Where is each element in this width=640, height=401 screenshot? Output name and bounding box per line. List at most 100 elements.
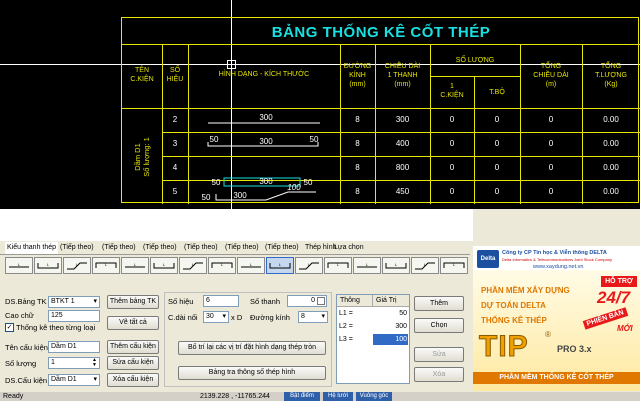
rebar-shape-icon[interactable]: L (295, 257, 323, 274)
sua-cau-kien-button[interactable]: Sửa cấu kiện (107, 356, 159, 370)
header-sl-ck: 1 C.KIỆN (440, 83, 464, 99)
ds-bang-tk-label: DS.Bảng TK (5, 297, 47, 306)
cell-cd: 300 (395, 115, 410, 124)
so-thanh-input[interactable]: 0 (287, 295, 327, 307)
grid-button[interactable]: Hệ lưới (323, 392, 353, 401)
svg-text:300: 300 (233, 191, 247, 200)
c-dai-noi-label: C.dài nối (168, 313, 198, 322)
svg-text:100: 100 (287, 183, 301, 192)
svg-text:L: L (250, 262, 253, 267)
member-name: Dầm D1 (133, 143, 142, 171)
panel-top-blank (0, 209, 473, 241)
rebar-shape-icon[interactable]: L (92, 257, 120, 274)
rebar-shape-icon[interactable]: L (237, 257, 265, 274)
member-qty: Số lượng: 1 (142, 137, 151, 177)
grid-value-l3[interactable]: 100 (373, 334, 408, 345)
rebar-shape-icon[interactable]: L (34, 257, 62, 274)
ds-cau-kien-select[interactable]: Dầm D1 ▾ (48, 374, 100, 386)
cell-no: 2 (172, 115, 178, 124)
header-tong-cd: TỔNG CHIỀU DÀI (m) (533, 63, 569, 88)
status-coords: 2139.228 , -11765.244 (200, 393, 270, 400)
rebar-shape-bent: 50 300 100 (202, 183, 316, 202)
ad-company: Công ty CP Tin học & Viễn thông DELTA (502, 250, 607, 256)
header-sl-tb: T.BỘ (489, 89, 505, 96)
grid-value-l1[interactable]: 50 (373, 308, 407, 319)
so-luong-label: Số lượng (5, 359, 37, 368)
c-dai-noi-select[interactable]: 30 ▾ (203, 311, 229, 323)
svg-text:L: L (134, 262, 137, 267)
them-button[interactable]: Thêm (414, 296, 464, 311)
rebar-shape-icon[interactable]: L (353, 257, 381, 274)
tab-2[interactable]: (Tiếp theo) (102, 242, 136, 254)
ad-hotro: HỖ TRỢ (601, 276, 637, 287)
grid-key-l2: L2 = (339, 323, 353, 330)
tab-5[interactable]: (Tiếp theo) (225, 242, 259, 254)
tab-4[interactable]: (Tiếp theo) (184, 242, 218, 254)
xoa-button[interactable]: Xóa (414, 367, 464, 382)
chevron-down-icon: ▾ (222, 313, 226, 320)
bo-tri-lai-button[interactable]: Bố trí lại các vị trí đặt hình dạng thép… (178, 341, 326, 355)
so-luong-input[interactable]: 1 ▲ ▼ (48, 357, 100, 369)
svg-text:50: 50 (310, 135, 319, 144)
delta-logo: Delta (477, 250, 499, 268)
cao-chu-input[interactable]: 125 (48, 310, 100, 322)
grid-header-thong: Thông (337, 295, 373, 307)
rebar-shape-icon[interactable]: L (208, 257, 236, 274)
svg-text:300: 300 (259, 137, 273, 146)
them-cau-kien-button[interactable]: Thêm cấu kiện (107, 340, 159, 354)
param-grid[interactable]: Thông Giá Trị L1 = 50 L2 = 300 L3 = 100 (336, 294, 410, 384)
rebar-shape-icon[interactable]: L (179, 257, 207, 274)
ad-bottom: PHẦN MỀM THỐNG KÊ CỐT THÉP (473, 372, 640, 384)
spinner-icon[interactable]: ▲ ▼ (92, 358, 97, 368)
rebar-shape-icon[interactable]: L (324, 257, 352, 274)
chevron-down-icon: ▾ (93, 298, 97, 305)
status-bar: Ready 2139.228 , -11765.244 (0, 392, 640, 401)
cell-dk: 8 (355, 187, 360, 196)
tab-6[interactable]: (Tiếp theo) (265, 242, 299, 254)
tab-7[interactable]: Thép hình (305, 242, 337, 254)
thong-ke-checkbox[interactable]: ✓ (5, 323, 14, 332)
grid-value-l2[interactable]: 300 (373, 321, 407, 332)
svg-text:L: L (47, 262, 50, 267)
ad-moi: MỚI (617, 324, 633, 333)
tab-1[interactable]: (Tiếp theo) (60, 242, 94, 254)
rebar-shape-icon[interactable]: L (63, 257, 91, 274)
ds-bang-tk-select[interactable]: BTKT 1 ▾ (48, 296, 100, 308)
cell-cd: 800 (395, 163, 410, 172)
ad-pro: PRO 3.x (557, 344, 592, 354)
svg-text:50: 50 (202, 193, 211, 202)
tab-3[interactable]: (Tiếp theo) (143, 242, 177, 254)
svg-text:L: L (395, 262, 398, 267)
svg-text:L: L (279, 262, 282, 267)
ortho-button[interactable]: Vuông góc (356, 392, 392, 401)
chevron-down-icon: ▾ (321, 313, 325, 320)
bang-tra-thep-hinh-button[interactable]: Bảng tra thông số thép hình (178, 366, 326, 380)
chon-button[interactable]: Chọn (414, 318, 464, 333)
sua-button[interactable]: Sửa (414, 347, 464, 362)
cell-tb: 0 (494, 115, 500, 124)
rebar-shape-icon[interactable]: L (121, 257, 149, 274)
svg-text:L: L (366, 262, 369, 267)
rebar-shape-icon[interactable]: L (150, 257, 178, 274)
tab-0[interactable]: Kiểu thanh thép (5, 242, 59, 254)
rebar-shape-icon[interactable]: L (382, 257, 410, 274)
so-hieu-input[interactable]: 6 (203, 295, 239, 307)
ve-tat-ca-button[interactable]: Vẽ tất cả (107, 316, 159, 330)
grid-key-l3: L3 = (339, 336, 353, 343)
cell-tb: 0 (494, 187, 500, 196)
tab-8[interactable]: Lựa chọn (334, 242, 364, 254)
ten-cau-kien-input[interactable]: Dầm D1 (48, 341, 100, 353)
cell-tcd: 0 (548, 187, 554, 196)
so-thanh-checkbox[interactable] (317, 297, 325, 305)
cell-ttl: 0.00 (603, 115, 619, 124)
xoa-cau-kien-button[interactable]: Xóa cấu kiện (107, 373, 159, 387)
them-bang-tk-button[interactable]: Thêm bảng TK (107, 295, 159, 309)
xd-label: x D (231, 313, 243, 322)
rebar-shape-icon[interactable]: L (266, 257, 294, 274)
rebar-shape-icon[interactable]: L (440, 257, 468, 274)
cad-drawing-area[interactable]: BẢNG THỐNG KÊ CỐT THÉP TÊN C.KIỆN SỐ HIỆU … (0, 0, 640, 209)
snap-button[interactable]: Bật điểm (284, 392, 320, 401)
rebar-shape-icon[interactable]: L (5, 257, 33, 274)
rebar-shape-icon[interactable]: L (411, 257, 439, 274)
duong-kinh-select[interactable]: 8 ▾ (298, 311, 328, 323)
